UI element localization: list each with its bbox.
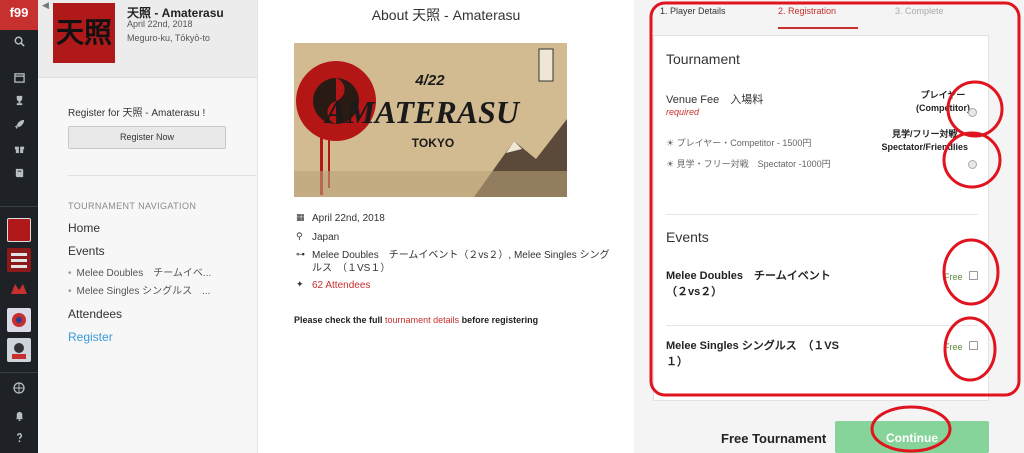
- chevron-left-icon[interactable]: ◀: [42, 0, 49, 11]
- map-pin-icon: ⚲: [296, 231, 303, 241]
- nav-subitem-label: Melee Doubles チームイベ...: [76, 268, 212, 279]
- banner-date: 4/22: [414, 72, 445, 89]
- event-1-price: Free: [944, 272, 963, 282]
- choice-label-line: プレイヤー: [920, 90, 966, 100]
- gift-icon[interactable]: [0, 141, 38, 161]
- event-melee-singles: Melee Singles シングルス （１VS １）: [666, 338, 866, 370]
- users-icon: ✦: [296, 279, 304, 289]
- nav-subitem-event-1[interactable]: • Melee Doubles チームイベ...: [68, 264, 211, 279]
- app-root: f99 ◀ 天照 天照 - Amaterasu April 22nd, 2018…: [0, 0, 1024, 453]
- info-location: ⚲ Japan: [296, 231, 612, 244]
- calendar-icon: ▦: [296, 212, 305, 222]
- fee-option-spectator: ☀ 見学・フリー対戦 Spectator -1000円: [666, 159, 831, 169]
- event-name-line: Melee Doubles チームイベント: [666, 270, 831, 282]
- spectator-radio[interactable]: [968, 160, 977, 169]
- details-note: Please check the full tournament details…: [294, 315, 538, 325]
- tournament-header: ◀ 天照 天照 - Amaterasu April 22nd, 2018 Meg…: [38, 0, 257, 78]
- register-now-button[interactable]: Register Now: [68, 126, 226, 149]
- icon-rail: f99: [0, 0, 38, 453]
- event-2-checkbox[interactable]: [969, 341, 978, 350]
- continue-button[interactable]: Continue: [835, 421, 989, 453]
- banner-title: AMATERASU: [323, 94, 521, 130]
- register-prompt: Register for 天照 - Amaterasu !: [68, 108, 206, 119]
- info-events: ⊶ Melee Doubles チームイベント（２vs２）, Melee Sin…: [296, 249, 612, 275]
- event-divider: [666, 325, 978, 326]
- event-2-price: Free: [944, 342, 963, 352]
- nav-section-title: TOURNAMENT NAVIGATION: [68, 201, 197, 211]
- competitor-radio[interactable]: [968, 108, 977, 117]
- free-tournament-label: Free Tournament: [721, 431, 827, 446]
- tournament-banner: 4/22 AMATERASU TOKYO: [294, 43, 567, 197]
- book-icon[interactable]: [0, 165, 38, 185]
- registration-card: Tournament Venue Fee 入場料 required ☀ プレイヤ…: [653, 35, 989, 401]
- tournament-avatar: 天照: [53, 3, 115, 63]
- trophy-icon[interactable]: [0, 93, 38, 113]
- nav-item-attendees[interactable]: Attendees: [68, 307, 122, 321]
- search-icon[interactable]: [0, 34, 38, 54]
- competitor-choice-label: プレイヤー (Competitor): [916, 89, 970, 115]
- sidebar-divider: [68, 175, 256, 176]
- event-melee-doubles: Melee Doubles チームイベント （２vs２）: [666, 268, 866, 300]
- calendar-icon[interactable]: [0, 70, 38, 90]
- info-date-text: April 22nd, 2018: [312, 213, 385, 224]
- tournament-date: April 22nd, 2018: [127, 19, 193, 29]
- tournament-location: Meguro-ku, Tōkyō-to: [127, 33, 210, 43]
- nav-subitem-event-2[interactable]: • Melee Singles シングルス ...: [68, 282, 210, 297]
- bell-icon[interactable]: [0, 408, 38, 428]
- tournament-thumb-4[interactable]: [7, 308, 31, 332]
- events-section-title: Events: [666, 229, 709, 245]
- info-events-text: Melee Doubles チームイベント（２vs２）, Melee Singl…: [312, 250, 610, 274]
- rocket-icon[interactable]: [0, 117, 38, 137]
- rail-divider: [0, 206, 38, 207]
- site-logo[interactable]: f99: [0, 0, 38, 30]
- info-attendees[interactable]: ✦ 62 Attendees: [296, 279, 612, 292]
- registration-steps: 1. Player Details 2. Registration 3. Com…: [654, 0, 994, 30]
- step-complete: 3. Complete: [895, 6, 944, 16]
- fee-option-competitor: ☀ プレイヤー・Competitor - 1500円: [666, 138, 812, 148]
- note-before: Please check the full: [294, 315, 386, 325]
- step-player-details[interactable]: 1. Player Details: [660, 6, 726, 16]
- tournament-details-link[interactable]: tournament details: [385, 315, 459, 325]
- banner-city: TOKYO: [412, 136, 454, 150]
- attendees-link[interactable]: 62 Attendees: [312, 279, 612, 292]
- tournament-thumb-amaterasu[interactable]: [7, 218, 31, 242]
- tournament-thumb-5[interactable]: [7, 338, 31, 362]
- nav-item-home[interactable]: Home: [68, 221, 100, 235]
- event-name-line: １）: [666, 356, 688, 368]
- venue-fee-label: Venue Fee 入場料: [666, 94, 764, 106]
- info-location-text: Japan: [312, 232, 340, 243]
- about-title: About 天照 - Amaterasu: [371, 7, 521, 23]
- tournament-sidebar: ◀ 天照 天照 - Amaterasu April 22nd, 2018 Meg…: [38, 0, 258, 453]
- tournament-section-title: Tournament: [666, 51, 740, 67]
- nav-subitem-label: Melee Singles シングルス ...: [76, 286, 211, 297]
- nav-item-register[interactable]: Register: [68, 330, 113, 344]
- gamepad-icon: ⊶: [296, 249, 305, 259]
- note-after: before registering: [459, 315, 539, 325]
- choice-label-line: (Competitor): [916, 103, 970, 113]
- event-name-line: Melee Singles シングルス （１VS: [666, 340, 839, 352]
- tournament-thumb-3[interactable]: [7, 278, 31, 302]
- globe-icon[interactable]: [0, 381, 38, 401]
- tournament-thumb-2[interactable]: [7, 248, 31, 272]
- about-panel: About 天照 - Amaterasu 4/22 AMATERASU TOKY…: [258, 0, 634, 453]
- registration-panel: 1. Player Details 2. Registration 3. Com…: [634, 0, 1024, 453]
- info-date: ▦ April 22nd, 2018: [296, 212, 612, 225]
- choice-label-line: Spectator/Friendlies: [881, 142, 968, 152]
- nav-item-events[interactable]: Events: [68, 244, 105, 258]
- active-step-indicator: [778, 27, 858, 29]
- section-divider: [666, 214, 978, 215]
- event-1-checkbox[interactable]: [969, 271, 978, 280]
- choice-label-line: 見学/フリー対戦: [891, 129, 958, 139]
- question-icon[interactable]: [0, 430, 38, 450]
- spectator-choice-label: 見学/フリー対戦 Spectator/Friendlies: [881, 128, 968, 154]
- required-label: required: [666, 107, 700, 117]
- step-registration[interactable]: 2. Registration: [778, 6, 836, 16]
- event-name-line: （２vs２）: [666, 286, 723, 298]
- rail-divider-2: [0, 372, 38, 373]
